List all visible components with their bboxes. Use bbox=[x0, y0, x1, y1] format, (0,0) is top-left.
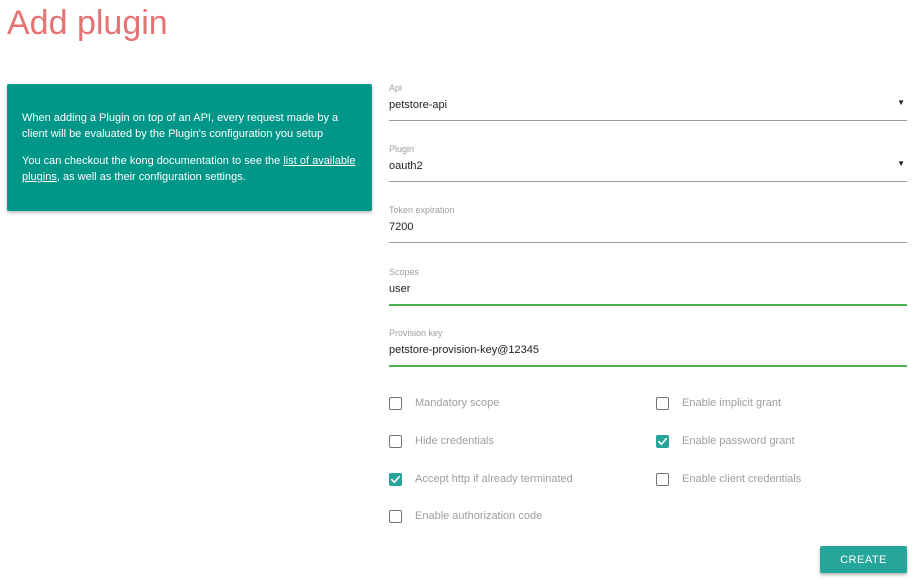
provision-key-field[interactable]: Provision key petstore-provision-key@123… bbox=[389, 327, 907, 367]
dropdown-caret-icon: ▼ bbox=[897, 98, 905, 107]
scopes-field[interactable]: Scopes user bbox=[389, 266, 907, 306]
enable-client-credentials-checkbox[interactable]: Enable client credentials bbox=[656, 471, 801, 487]
provision-key-label: Provision key bbox=[389, 328, 443, 338]
plugin-underline bbox=[389, 181, 907, 182]
api-underline bbox=[389, 120, 907, 121]
scopes-label: Scopes bbox=[389, 267, 420, 277]
info-card: When adding a Plugin on top of an API, e… bbox=[7, 84, 372, 211]
token-expiration-value: 7200 bbox=[389, 221, 414, 233]
checkbox-icon bbox=[389, 434, 402, 448]
info-text: When adding a Plugin on top of an API, e… bbox=[22, 112, 339, 140]
dropdown-caret-icon: ▼ bbox=[897, 159, 905, 168]
api-select[interactable]: Api petstore-api ▼ bbox=[389, 82, 907, 122]
token-expiration-label: Token expiration bbox=[389, 205, 455, 215]
info-docs-suffix: , as well as their configuration setting… bbox=[56, 171, 246, 183]
plugin-select[interactable]: Plugin oauth2 ▼ bbox=[389, 143, 907, 183]
hide-credentials-checkbox[interactable]: Hide credentials bbox=[389, 433, 494, 449]
accept-http-checkbox[interactable]: Accept http if already terminated bbox=[389, 471, 573, 487]
page-title: Add plugin bbox=[7, 4, 168, 42]
checkbox-checked-icon bbox=[389, 472, 402, 486]
mandatory-scope-checkbox[interactable]: Mandatory scope bbox=[389, 395, 499, 411]
token-expiration-field[interactable]: Token expiration 7200 bbox=[389, 204, 907, 244]
checkbox-checked-icon bbox=[656, 434, 669, 448]
info-docs-prefix: You can checkout the kong documentation … bbox=[22, 155, 284, 167]
checkbox-icon bbox=[656, 472, 669, 486]
scopes-value: user bbox=[389, 283, 411, 295]
enable-implicit-grant-label: Enable implicit grant bbox=[682, 397, 782, 409]
enable-client-credentials-label: Enable client credentials bbox=[682, 473, 802, 485]
enable-authorization-code-checkbox[interactable]: Enable authorization code bbox=[389, 508, 542, 524]
plugin-value: oauth2 bbox=[389, 160, 423, 172]
scopes-underline bbox=[389, 304, 907, 306]
hide-credentials-label: Hide credentials bbox=[415, 435, 494, 447]
enable-password-grant-label: Enable password grant bbox=[682, 435, 795, 447]
plugin-label: Plugin bbox=[389, 144, 415, 154]
create-button[interactable]: CREATE bbox=[820, 546, 907, 573]
api-value: petstore-api bbox=[389, 99, 448, 111]
token-expiration-underline bbox=[389, 242, 907, 243]
info-docs-text: You can checkout the kong documentation … bbox=[22, 153, 357, 185]
provision-key-underline bbox=[389, 365, 907, 367]
checkbox-icon bbox=[389, 509, 402, 523]
accept-http-label: Accept http if already terminated bbox=[415, 473, 573, 485]
checkbox-icon bbox=[389, 396, 402, 410]
mandatory-scope-label: Mandatory scope bbox=[415, 397, 500, 409]
enable-authorization-code-label: Enable authorization code bbox=[415, 510, 543, 522]
enable-password-grant-checkbox[interactable]: Enable password grant bbox=[656, 433, 795, 449]
checkbox-icon bbox=[656, 396, 669, 410]
enable-implicit-grant-checkbox[interactable]: Enable implicit grant bbox=[656, 395, 781, 411]
api-label: Api bbox=[389, 83, 403, 93]
provision-key-value: petstore-provision-key@12345 bbox=[389, 344, 539, 356]
